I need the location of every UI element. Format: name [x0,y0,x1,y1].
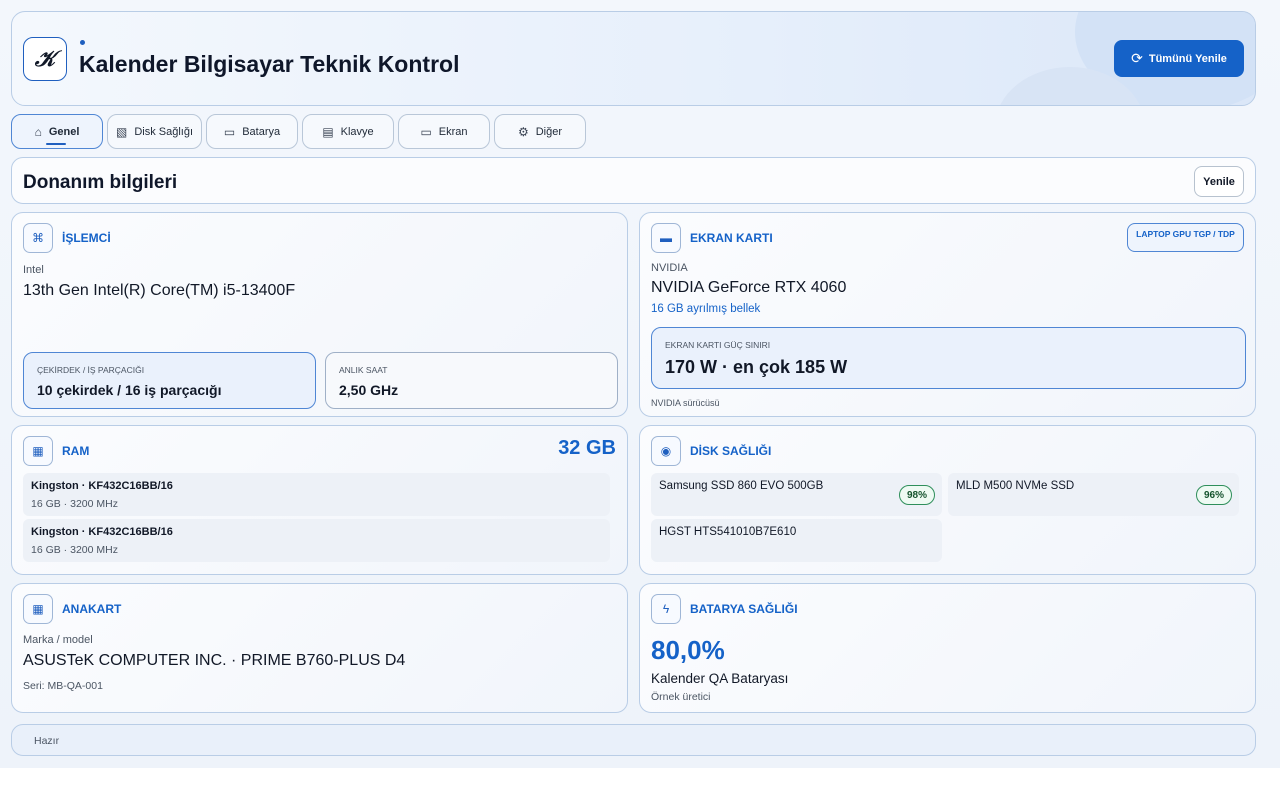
disk-card: ◉ DİSK SAĞLIĞI Samsung SSD 860 EVO 500GB… [639,425,1256,575]
gpu-driver: NVIDIA sürücüsü [651,398,720,408]
disk-item: Samsung SSD 860 EVO 500GB 98% [651,473,942,516]
board-serial: Seri: MB-QA-001 [23,680,103,692]
battery-name: Kalender QA Bataryası [651,671,789,686]
app-window: 𝒦 Kalender Bilgisayar Teknik Kontrol ⟳ T… [0,0,1280,768]
cpu-card: ⌘ İŞLEMCİ Intel 13th Gen Intel(R) Core(T… [11,212,628,417]
disk-icon: ◉ [651,436,681,466]
gpu-memory: 16 GB ayrılmış bellek [651,303,761,315]
disk-name: HGST HTS541010B7E610 [659,526,797,538]
tab-batarya[interactable]: ▭ Batarya [206,114,298,149]
gpu-power-badge: LAPTOP GPU TGP / TDP [1127,223,1244,252]
section-title: Donanım bilgileri [23,172,178,193]
gear-icon: ⚙ [517,124,529,139]
disk-item: HGST HTS541010B7E610 [651,519,942,562]
status-text: Hazır [34,735,60,747]
monitor-icon: ▭ [420,124,432,139]
tab-label: Diğer [535,125,563,138]
metric-label: ÇEKİRDEK / İŞ PARÇACIĞI [37,365,145,375]
cpu-clock-metric: ANLIK SAAT 2,50 GHz [325,352,618,409]
gpu-card: ▬ EKRAN KARTI LAPTOP GPU TGP / TDP NVIDI… [639,212,1256,417]
status-bar: Hazır [11,724,1256,756]
refresh-all-button[interactable]: ⟳ Tümünü Yenile [1114,40,1244,77]
disk-health-badge: 96% [1195,485,1232,505]
metric-value: 10 çekirdek / 16 iş parçacığı [37,382,222,398]
cpu-cores-metric: ÇEKİRDEK / İŞ PARÇACIĞI 10 çekirdek / 16… [23,352,316,409]
battery-health-icon: ϟ [651,594,681,624]
tab-genel[interactable]: ⌂ Genel [11,114,103,149]
app-logo: 𝒦 [23,37,67,81]
board-model: ASUSTeK COMPUTER INC. · PRIME B760-PLUS … [23,652,406,669]
ram-module-name: Kingston · KF432C16BB/16 [31,526,173,538]
keyboard-icon: ▤ [322,124,334,139]
cpu-icon: ⌘ [23,223,53,253]
disk-health-badge: 98% [898,485,935,505]
app-title: Kalender Bilgisayar Teknik Kontrol [79,51,460,77]
card-title: İŞLEMCİ [62,231,111,245]
tab-label: Batarya [242,125,281,138]
card-title: BATARYA SAĞLIĞI [690,602,798,616]
gpu-icon: ▬ [651,223,681,253]
refresh-button[interactable]: Yenile [1194,166,1244,197]
tab-label: Ekran [438,125,468,138]
gpu-power-metric: EKRAN KARTI GÜÇ SINIRI 170 W · en çok 18… [651,327,1246,389]
gpu-vendor: NVIDIA [651,262,688,274]
motherboard-card: ▦ ANAKART Marka / model ASUSTeK COMPUTER… [11,583,628,713]
battery-card: ϟ BATARYA SAĞLIĞI 80,0% Kalender QA Bata… [639,583,1256,713]
ram-module: Kingston · KF432C16BB/16 16 GB · 3200 MH… [23,473,610,516]
card-title: ANAKART [62,602,122,616]
ram-module-name: Kingston · KF432C16BB/16 [31,480,173,492]
card-title: EKRAN KARTI [690,231,773,245]
metric-value: 170 W · en çok 185 W [665,357,848,377]
section-header: Donanım bilgileri Yenile [11,157,1256,204]
metric-label: EKRAN KARTI GÜÇ SINIRI [665,340,771,350]
battery-percent: 80,0% [651,635,725,665]
tab-diger[interactable]: ⚙ Diğer [494,114,586,149]
tab-label: Genel [48,125,80,138]
metric-label: ANLIK SAAT [339,365,388,375]
ram-card: ▦ RAM 32 GB Kingston · KF432C16BB/16 16 … [11,425,628,575]
board-label: Marka / model [23,634,93,646]
tab-disk-sagligi[interactable]: ▧ Disk Sağlığı [107,114,202,149]
disk-chart-icon: ▧ [115,124,128,139]
motherboard-icon: ▦ [23,594,53,624]
refresh-icon: ⟳ [1131,50,1143,66]
tab-bar: ⌂ Genel ▧ Disk Sağlığı ▭ Batarya ▤ Klavy… [11,114,586,149]
tab-label: Disk Sağlığı [134,125,194,138]
refresh-all-label: Tümünü Yenile [1148,52,1227,65]
card-title: DİSK SAĞLIĞI [690,444,772,458]
status-dot [80,40,85,45]
metric-value: 2,50 GHz [339,382,399,398]
disk-item: MLD M500 NVMe SSD 96% [948,473,1239,516]
card-title: RAM [62,444,90,458]
tab-klavye[interactable]: ▤ Klavye [302,114,394,149]
ram-module-spec: 16 GB · 3200 MHz [31,544,118,556]
battery-icon: ▭ [223,124,236,139]
tab-ekran[interactable]: ▭ Ekran [398,114,490,149]
gpu-model: NVIDIA GeForce RTX 4060 [651,279,847,296]
ram-module-spec: 16 GB · 3200 MHz [31,498,118,510]
ram-module: Kingston · KF432C16BB/16 16 GB · 3200 MH… [23,519,610,562]
home-icon: ⌂ [34,124,42,139]
ram-total: 32 GB [558,437,616,459]
cpu-vendor: Intel [23,264,44,276]
cpu-model: 13th Gen Intel(R) Core(TM) i5-13400F [23,282,296,299]
ram-icon: ▦ [23,436,53,466]
disk-name: Samsung SSD 860 EVO 500GB [659,480,824,492]
battery-maker: Örnek üretici [651,691,711,703]
tab-label: Klavye [340,125,374,138]
app-header: 𝒦 Kalender Bilgisayar Teknik Kontrol ⟳ T… [11,11,1256,106]
disk-name: MLD M500 NVMe SSD [956,480,1075,492]
